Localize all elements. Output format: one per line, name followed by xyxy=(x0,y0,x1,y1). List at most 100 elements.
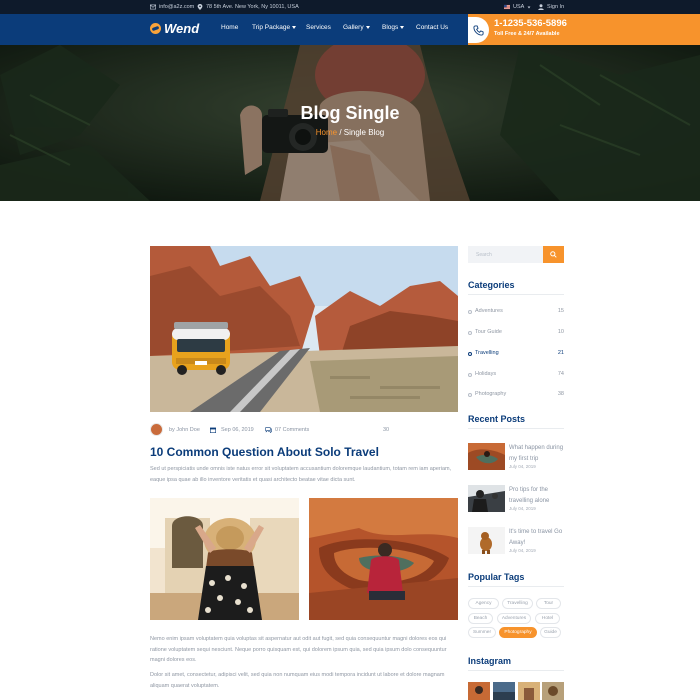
mail-icon xyxy=(150,4,156,10)
tag[interactable]: Agency xyxy=(468,598,499,609)
tag[interactable]: Travelling xyxy=(502,598,533,609)
post-comments[interactable]: 07 Comments xyxy=(265,424,309,436)
recent-post-thumb[interactable] xyxy=(468,527,505,554)
page-title: Blog Single xyxy=(300,103,400,123)
nav-gallery-label: Gallery xyxy=(343,24,364,31)
category-name: Photography xyxy=(475,391,507,397)
flag-icon xyxy=(504,4,510,10)
nav-services-label: Services xyxy=(306,24,331,31)
recent-post[interactable]: Pro tips for the travelling alone July 0… xyxy=(468,485,564,515)
post-author-text: by John Doe xyxy=(169,427,200,433)
recent-post-date: July 04, 2019 xyxy=(509,464,536,469)
post-comments-text: 07 Comments xyxy=(275,427,310,433)
recent-post-title[interactable]: Pro tips for the travelling alone xyxy=(509,485,565,506)
chevron-down-icon xyxy=(292,26,297,29)
recent-post-date: July 04, 2019 xyxy=(509,548,536,553)
bullet-icon xyxy=(468,310,472,314)
logo-text: Wend xyxy=(164,21,200,36)
category-item[interactable]: Holidays 74 xyxy=(468,371,564,381)
chevron-down-icon xyxy=(527,5,531,9)
category-name: Tour Guide xyxy=(475,329,502,335)
user-icon xyxy=(538,4,544,10)
nav-home[interactable]: Home xyxy=(221,24,238,31)
language-selector[interactable]: USA xyxy=(504,4,531,10)
instagram-photo[interactable] xyxy=(493,682,515,700)
categories-heading: Categories xyxy=(468,280,515,290)
instagram-divider xyxy=(468,670,564,671)
nav-trip-package-label: Trip Package xyxy=(252,24,291,31)
post-title[interactable]: 10 Common Question About Solo Travel xyxy=(150,445,379,459)
breadcrumb-home[interactable]: Home xyxy=(316,128,337,137)
top-bar: info@a2z.com 78 5th Ave. New York, Ny 10… xyxy=(0,0,700,14)
category-item-active[interactable]: Travelling 21 xyxy=(468,350,564,360)
tag[interactable]: Hotel xyxy=(535,613,560,624)
phone-subtitle: Toll Free & 24/7 Available xyxy=(494,31,560,37)
tag[interactable]: Tour xyxy=(536,598,561,609)
location-icon xyxy=(197,4,203,10)
recent-post-date: July 04, 2019 xyxy=(509,506,536,511)
tag[interactable]: Beach xyxy=(468,613,493,624)
post-author[interactable]: by John Doe xyxy=(169,424,200,436)
bullet-icon xyxy=(468,352,472,356)
phone-icon xyxy=(473,24,484,36)
nav-trip-package[interactable]: Trip Package xyxy=(252,24,297,31)
recent-posts-heading: Recent Posts xyxy=(468,414,526,424)
search-button[interactable] xyxy=(543,246,564,263)
category-item[interactable]: Tour Guide 10 xyxy=(468,329,564,339)
search-input[interactable]: Search xyxy=(468,246,543,263)
tag[interactable]: Adventures xyxy=(497,613,531,624)
instagram-photo[interactable] xyxy=(468,682,490,700)
nav-services[interactable]: Services xyxy=(306,24,331,31)
tag[interactable]: Guide xyxy=(540,627,561,638)
phone-number[interactable]: 1-1235-536-5896 xyxy=(494,18,567,29)
post-date: Sep 06, 2019 xyxy=(210,424,254,436)
category-count: 74 xyxy=(557,371,564,377)
nav-gallery[interactable]: Gallery xyxy=(343,24,370,31)
comment-icon xyxy=(265,427,272,433)
category-name: Adventures xyxy=(475,308,503,314)
tag[interactable]: Summer xyxy=(468,627,496,638)
category-count: 10 xyxy=(557,329,564,335)
page: info@a2z.com 78 5th Ave. New York, Ny 10… xyxy=(0,0,700,700)
recent-post-thumb[interactable] xyxy=(468,443,505,470)
nav-blogs[interactable]: Blogs xyxy=(382,24,405,31)
post-image-hat xyxy=(150,498,299,620)
instagram-heading: Instagram xyxy=(468,656,512,666)
post-date-text: Sep 06, 2019 xyxy=(221,427,254,433)
post-intro: Sed ut perspiciatis unde omnis iste natu… xyxy=(150,466,452,483)
recent-post-title[interactable]: It's time to travel Go Away! xyxy=(509,527,565,548)
bullet-icon xyxy=(468,373,472,377)
logo[interactable]: Wend xyxy=(150,21,199,36)
category-item[interactable]: Photography 38 xyxy=(468,391,564,401)
instagram-photo[interactable] xyxy=(542,682,564,700)
category-count: 38 xyxy=(557,391,564,397)
recent-post[interactable]: It's time to travel Go Away! July 04, 20… xyxy=(468,527,564,557)
nav-contact-label: Contact Us xyxy=(416,24,449,31)
instagram-photo[interactable] xyxy=(518,682,540,700)
author-avatar[interactable] xyxy=(150,423,163,436)
post-featured-image xyxy=(150,246,458,412)
signin-label: Sign In xyxy=(547,4,565,10)
tag-active[interactable]: Photography xyxy=(499,627,537,638)
calendar-icon xyxy=(210,427,216,433)
breadcrumb-current: Single Blog xyxy=(343,128,385,137)
search-icon xyxy=(550,251,557,258)
recent-post[interactable]: What happen during my first trip July 04… xyxy=(468,443,564,473)
post-likes[interactable]: 30 xyxy=(383,424,389,436)
category-name: Travelling xyxy=(475,350,499,356)
signin-link[interactable]: Sign In xyxy=(538,4,564,10)
breadcrumb-separator: / xyxy=(337,128,344,137)
recent-post-title[interactable]: What happen during my first trip xyxy=(509,443,565,464)
post-body-1: Nemo enim ipsam voluptatem quia voluptas… xyxy=(150,636,447,663)
breadcrumb: Home / Single Blog xyxy=(0,128,700,137)
bullet-icon xyxy=(468,331,472,335)
topbar-email-text: info@a2z.com xyxy=(159,4,195,10)
recent-post-thumb[interactable] xyxy=(468,485,505,512)
post-image-canyon xyxy=(309,498,458,620)
topbar-email[interactable]: info@a2z.com xyxy=(150,4,194,10)
nav-contact[interactable]: Contact Us xyxy=(416,24,448,31)
recent-divider xyxy=(468,428,564,429)
bullet-icon xyxy=(468,393,472,397)
category-item[interactable]: Adventures 15 xyxy=(468,308,564,318)
popular-tags-heading: Popular Tags xyxy=(468,572,525,582)
